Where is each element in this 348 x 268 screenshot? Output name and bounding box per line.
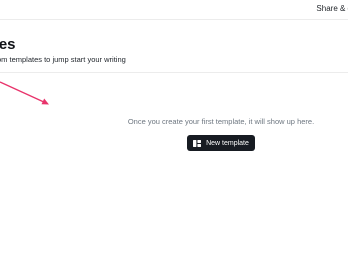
empty-state-message: Once you create your first template, it … [127,117,315,126]
empty-state: Once you create your first template, it … [120,117,322,152]
new-template-label: New template [206,139,249,147]
share-button[interactable]: Share & d [316,4,348,13]
pointer-arrow-icon [0,81,49,105]
new-template-button[interactable]: New template [187,135,255,151]
template-icon [193,139,202,147]
